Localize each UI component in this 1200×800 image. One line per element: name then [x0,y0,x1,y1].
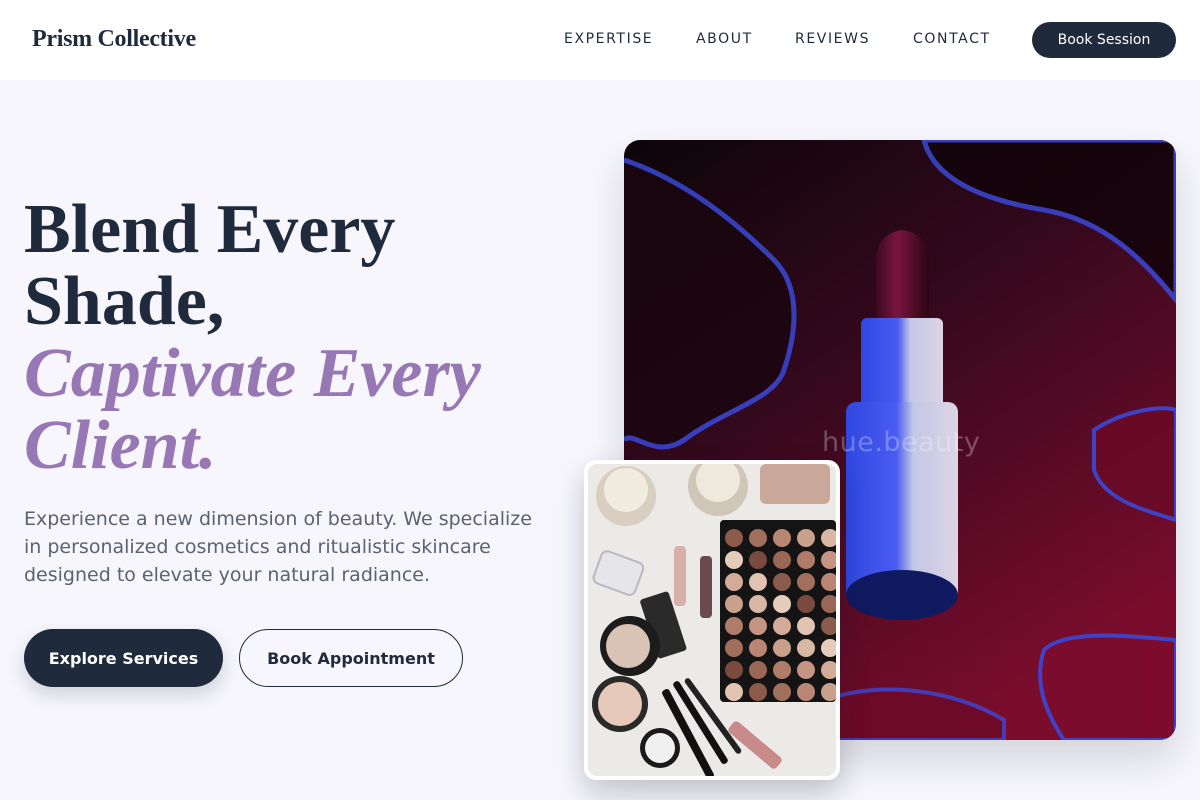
book-appointment-button[interactable]: Book Appointment [239,629,463,687]
hero-description: Experience a new dimension of beauty. We… [24,508,532,586]
explore-services-button[interactable]: Explore Services [24,629,223,687]
hero-title-line: Blend Every [24,191,396,268]
hero-title: Blend Every Shade, Captivate Every Clien… [24,194,584,482]
cosmetics-flatlay-image [584,460,840,780]
book-session-button[interactable]: Book Session [1032,22,1176,58]
nav-link-about[interactable]: ABOUT [696,31,753,47]
hero-title-accent-line: Captivate Every [24,335,481,412]
site-header: Prism Collective EXPERTISE ABOUT REVIEWS… [0,0,1200,80]
site-logo[interactable]: Prism Collective [32,26,196,53]
nav-link-contact[interactable]: CONTACT [913,31,991,47]
hero-title-line: Shade, [24,263,225,340]
nav-link-expertise[interactable]: EXPERTISE [564,31,653,47]
nav-link-reviews[interactable]: REVIEWS [795,31,870,47]
image-watermark: hue.beauty [822,427,981,458]
hero-title-accent-line: Client. [24,407,217,484]
